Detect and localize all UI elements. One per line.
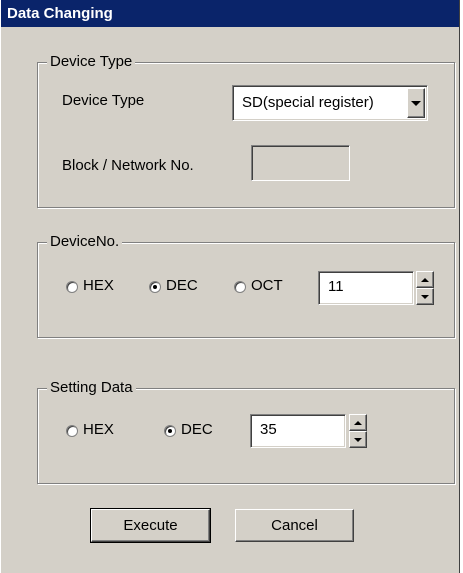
device-no-oct-radio[interactable] — [234, 281, 246, 293]
setting-data-group-legend: Setting Data — [47, 379, 136, 397]
device-no-group-legend: DeviceNo. — [47, 233, 123, 251]
device-type-dropdown-button[interactable] — [407, 88, 425, 118]
setting-data-input[interactable]: 35 — [250, 414, 346, 448]
data-changing-dialog: Data Changing Device Type Device Type SD… — [0, 0, 460, 573]
setting-data-spin-up[interactable] — [349, 414, 367, 431]
device-no-spin-up[interactable] — [416, 271, 434, 288]
device-no-hex-radio[interactable] — [66, 281, 78, 293]
device-type-select[interactable]: SD(special register) — [232, 85, 428, 121]
setting-data-hex-label[interactable]: HEX — [83, 421, 114, 439]
device-type-select-value: SD(special register) — [242, 94, 374, 111]
device-type-group: Device Type Device Type SD(special regis… — [37, 53, 455, 208]
device-type-label: Device Type — [62, 92, 145, 109]
setting-data-spin-down[interactable] — [349, 431, 367, 448]
setting-data-group: Setting Data HEX DEC 35 — [37, 379, 455, 484]
device-no-oct-label[interactable]: OCT — [251, 277, 283, 295]
execute-button[interactable]: Execute — [90, 508, 211, 543]
setting-data-hex-radio[interactable] — [66, 425, 78, 437]
device-no-group: DeviceNo. HEX DEC OCT 11 — [37, 233, 455, 338]
block-network-input[interactable] — [251, 145, 350, 181]
cancel-button[interactable]: Cancel — [235, 509, 354, 542]
device-no-dec-radio[interactable] — [149, 281, 161, 293]
arrow-down-icon — [421, 294, 429, 299]
device-no-hex-label[interactable]: HEX — [83, 277, 114, 295]
device-no-spin-down[interactable] — [416, 288, 434, 305]
chevron-down-icon — [411, 100, 421, 106]
setting-data-value: 35 — [260, 421, 277, 438]
device-type-group-legend: Device Type — [47, 53, 136, 71]
device-no-dec-label[interactable]: DEC — [166, 277, 198, 295]
title-bar: Data Changing — [1, 0, 459, 27]
block-network-label: Block / Network No. — [62, 157, 194, 174]
arrow-up-icon — [354, 420, 362, 425]
device-no-input[interactable]: 11 — [318, 271, 414, 305]
device-no-value: 11 — [328, 278, 344, 295]
setting-data-dec-label[interactable]: DEC — [181, 421, 213, 439]
setting-data-dec-radio[interactable] — [164, 425, 176, 437]
arrow-up-icon — [421, 277, 429, 282]
arrow-down-icon — [354, 437, 362, 442]
